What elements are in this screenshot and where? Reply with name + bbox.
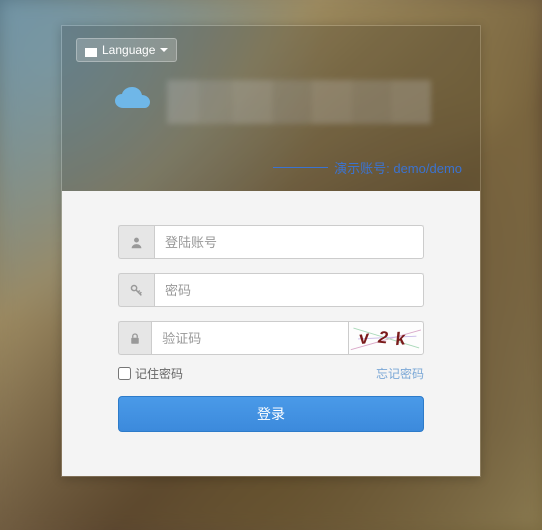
- password-group: [118, 273, 424, 307]
- remember-label: 记住密码: [135, 365, 183, 382]
- card-body: v 2 k 记住密码 忘记密码 登录: [62, 191, 480, 476]
- cloud-icon: [111, 84, 155, 121]
- divider-line: [273, 167, 328, 168]
- options-row: 记住密码 忘记密码: [118, 365, 424, 382]
- remember-checkbox[interactable]: [118, 367, 131, 380]
- login-card: Language 演示账号: demo/demo: [61, 25, 481, 477]
- captcha-group: v 2 k: [118, 321, 424, 355]
- card-header: Language 演示账号: demo/demo: [62, 26, 480, 191]
- svg-text:v: v: [358, 327, 372, 348]
- captcha-image[interactable]: v 2 k: [348, 321, 424, 355]
- user-icon: [118, 225, 154, 259]
- logo-row: [76, 80, 466, 124]
- lock-icon: [118, 321, 151, 355]
- app-title-blurred: [167, 80, 431, 124]
- remember-password[interactable]: 记住密码: [118, 365, 183, 382]
- svg-text:k: k: [395, 328, 408, 349]
- forgot-password-link[interactable]: 忘记密码: [376, 365, 424, 382]
- username-group: [118, 225, 424, 259]
- username-input[interactable]: [154, 225, 424, 259]
- demo-account-hint: 演示账号: demo/demo: [273, 158, 462, 177]
- password-input[interactable]: [154, 273, 424, 307]
- language-label: Language: [102, 43, 155, 57]
- language-dropdown[interactable]: Language: [76, 38, 177, 62]
- flag-icon: [85, 46, 97, 55]
- caret-down-icon: [160, 48, 168, 52]
- captcha-input[interactable]: [151, 321, 348, 355]
- demo-account-text: 演示账号: demo/demo: [334, 158, 462, 177]
- key-icon: [118, 273, 154, 307]
- login-button[interactable]: 登录: [118, 396, 424, 432]
- svg-text:2: 2: [377, 327, 390, 347]
